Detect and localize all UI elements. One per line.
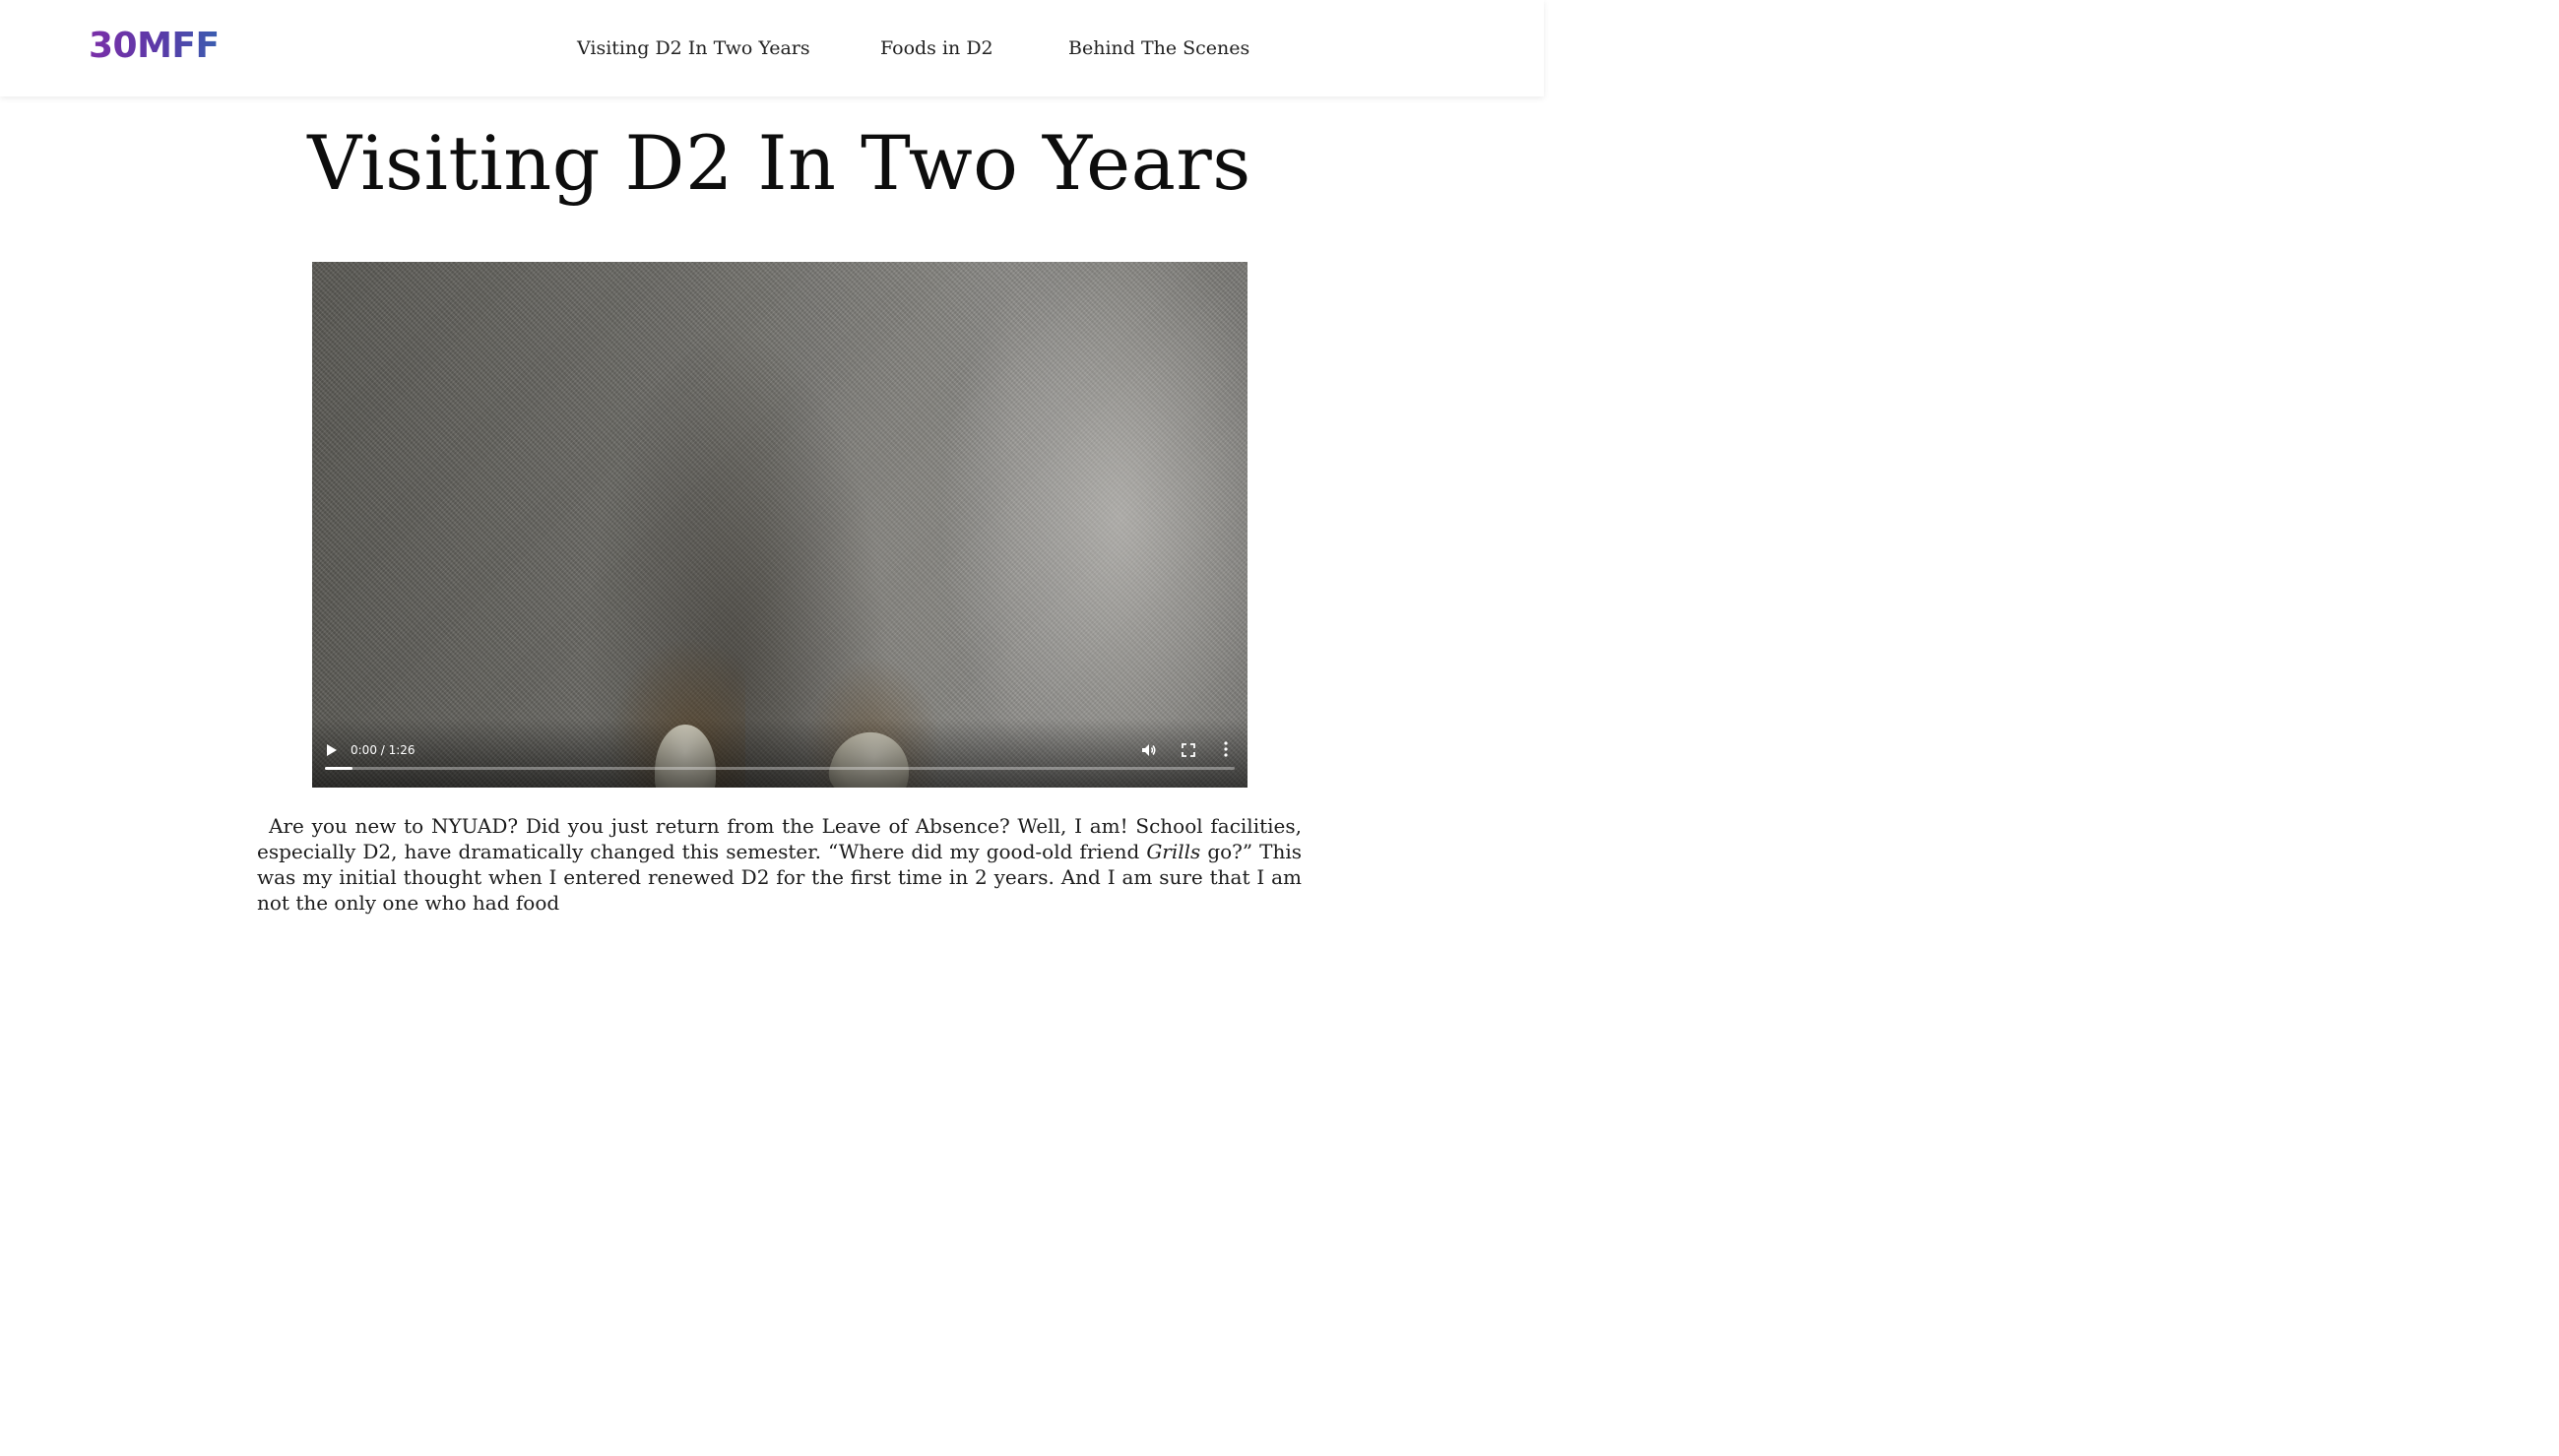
article-paragraph: Are you new to NYUAD? Did you just retur… <box>257 813 1302 916</box>
video-progress-bar[interactable] <box>325 767 1235 770</box>
play-icon[interactable] <box>326 743 338 757</box>
nav-link-foods-in-d2[interactable]: Foods in D2 <box>880 35 993 61</box>
site-logo[interactable]: 30MFF <box>89 26 220 67</box>
video-player[interactable]: 0:00 / 1:26 <box>312 262 1248 788</box>
site-header: 30MFF Visiting D2 In Two Years Foods in … <box>0 0 1544 96</box>
more-options-icon[interactable] <box>1222 740 1230 758</box>
video-progress-fill <box>325 767 352 770</box>
page-title: Visiting D2 In Two Years <box>307 119 1251 207</box>
nav-link-behind-the-scenes[interactable]: Behind The Scenes <box>1068 35 1249 61</box>
nav-link-visiting-d2[interactable]: Visiting D2 In Two Years <box>577 35 810 61</box>
video-time: 0:00 / 1:26 <box>351 743 416 757</box>
video-controls-bar: 0:00 / 1:26 <box>312 719 1248 788</box>
volume-icon[interactable] <box>1141 742 1157 758</box>
article-emphasis: Grills <box>1146 840 1201 863</box>
fullscreen-icon[interactable] <box>1181 742 1196 758</box>
article-text: Are you new to NYUAD? Did you just retur… <box>257 814 1302 863</box>
